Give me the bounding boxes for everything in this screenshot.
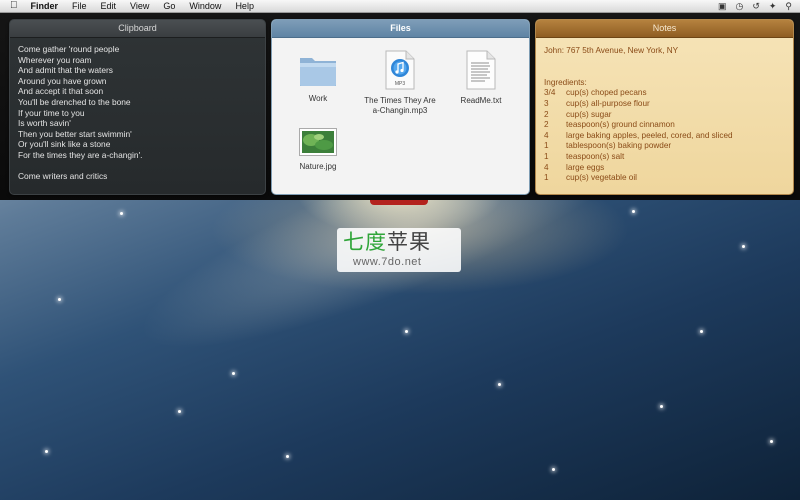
ingredient-qty: 3/4 (544, 88, 556, 98)
clipboard-content[interactable]: Come gather 'round people Wherever you r… (10, 38, 265, 182)
clock-icon[interactable]: ◷ (735, 1, 743, 12)
notes-content[interactable]: John: 767 5th Avenue, New York, NY Ingre… (536, 38, 793, 184)
watermark-green-text: 七度 (343, 230, 387, 254)
watermark-dark-text: 苹果 (387, 230, 431, 254)
star (770, 440, 773, 443)
watermark-url: www.7do.net (353, 256, 422, 268)
ingredient-item: large baking apples, peeled, cored, and … (566, 130, 733, 140)
time-machine-icon[interactable]: ↺ (752, 1, 760, 12)
star (58, 298, 61, 301)
menu-go[interactable]: Go (156, 0, 182, 12)
notes-blank-line (544, 67, 785, 78)
ingredient-item: cup(s) choped pecans (566, 88, 647, 98)
ingredient-row: 1 teaspoon(s) salt (544, 152, 785, 163)
ingredient-item: cup(s) all-purpose flour (566, 98, 650, 108)
ingredient-row: 4 large eggs (544, 163, 785, 174)
panel-strip: Clipboard Come gather 'round people Wher… (0, 12, 800, 200)
ingredient-row: 3/4 cup(s) choped pecans (544, 88, 785, 99)
ingredient-item: cup(s) vegetable oil (566, 173, 637, 183)
clipboard-line: Around you have grown (18, 75, 107, 86)
file-item-mp3[interactable]: MP3 The Times They Are a-Changin.mp3 (360, 50, 440, 116)
star (632, 210, 635, 213)
ingredient-item: cup(s) sugar (566, 109, 612, 119)
image-icon (299, 128, 337, 156)
clipboard-line: Or you'll sink like a stone (18, 139, 111, 150)
ingredient-row: 1 cup(s) vegetable oil (544, 173, 785, 184)
star (232, 372, 235, 375)
notes-blank-line (544, 57, 785, 68)
ingredient-qty: 2 (544, 120, 549, 130)
ingredient-qty: 1 (544, 141, 549, 151)
files-panel[interactable]: Files Work MP3 The Times They Are a-Chan… (271, 19, 530, 195)
clipboard-line: If your time to you (18, 107, 85, 118)
star (178, 410, 181, 413)
menu-finder[interactable]: Finder (24, 0, 66, 12)
file-name: Work (308, 94, 328, 103)
ingredient-item: large eggs (566, 162, 605, 172)
status-app-icon[interactable]: ▣ (718, 1, 727, 12)
clipboard-line: Wherever you roam (18, 54, 92, 65)
panel-toggle-tab[interactable] (370, 200, 428, 205)
star (498, 383, 501, 386)
ingredient-item: teaspoon(s) salt (566, 151, 625, 161)
files-title: Files (272, 20, 529, 38)
clipboard-line: For the times they are a-changin'. (18, 149, 143, 160)
ingredient-row: 2 cup(s) sugar (544, 110, 785, 121)
ingredient-qty: 2 (544, 109, 549, 119)
ingredient-qty: 4 (544, 162, 549, 172)
ingredient-qty: 1 (544, 151, 549, 161)
menu-edit[interactable]: Edit (94, 0, 124, 12)
clipboard-title: Clipboard (10, 20, 265, 38)
clipboard-panel[interactable]: Clipboard Come gather 'round people Wher… (9, 19, 266, 195)
ingredient-row: 3 cup(s) all-purpose flour (544, 99, 785, 110)
menu-help[interactable]: Help (228, 0, 261, 12)
ingredient-row: 1 tablespoon(s) baking powder (544, 141, 785, 152)
star (742, 245, 745, 248)
star (120, 212, 123, 215)
clipboard-line: And admit that the waters (18, 65, 113, 76)
file-item-work[interactable]: Work (278, 52, 358, 104)
file-name: The Times They Are a-Changin.mp3 (364, 96, 436, 115)
star (660, 405, 663, 408)
notes-title: Notes (536, 20, 793, 38)
bluetooth-icon[interactable]: ✦ (769, 1, 777, 12)
ingredient-qty: 1 (544, 173, 549, 183)
watermark-logo-text: 七度苹果 (343, 230, 431, 254)
clipboard-line: Then you better start swimmin' (18, 128, 132, 139)
notes-panel[interactable]: Notes John: 767 5th Avenue, New York, NY… (535, 19, 794, 195)
menu-file[interactable]: File (65, 0, 94, 12)
menu-view[interactable]: View (123, 0, 156, 12)
file-name: ReadMe.txt (460, 96, 502, 105)
watermark: 七度苹果 www.7do.net (337, 228, 461, 272)
clipboard-line: And accept it that soon (18, 86, 104, 97)
star (700, 330, 703, 333)
ingredient-item: teaspoon(s) ground cinnamon (566, 120, 675, 130)
notes-ingredients-label: Ingredients: (544, 77, 587, 87)
spotlight-search-icon[interactable]: ⚲ (785, 1, 792, 12)
folder-icon (298, 52, 338, 88)
ingredient-item: tablespoon(s) baking powder (566, 141, 672, 151)
clipboard-line: Come writers and critics (18, 171, 108, 182)
menu-window[interactable]: Window (182, 0, 228, 12)
notes-address: John: 767 5th Avenue, New York, NY (544, 46, 679, 55)
text-document-icon (465, 50, 497, 90)
star (405, 330, 408, 333)
clipboard-line: Is worth savin' (18, 118, 71, 129)
ingredient-qty: 4 (544, 130, 549, 140)
clipboard-line: Come gather 'round people (18, 44, 120, 54)
clipboard-line: You'll be drenched to the bone (18, 96, 131, 107)
apple-menu-icon[interactable]:  (0, 0, 24, 12)
star (552, 468, 555, 471)
ingredient-qty: 3 (544, 98, 549, 108)
file-item-readme[interactable]: ReadMe.txt (441, 50, 521, 106)
file-item-nature[interactable]: Nature.jpg (278, 128, 358, 172)
clipboard-line (18, 161, 257, 172)
menu-bar:  Finder File Edit View Go Window Help ▣… (0, 0, 800, 13)
file-name: Nature.jpg (299, 162, 337, 171)
star (286, 455, 289, 458)
ingredient-row: 2 teaspoon(s) ground cinnamon (544, 120, 785, 131)
star (45, 450, 48, 453)
ingredient-row: 4 large baking apples, peeled, cored, and… (544, 131, 785, 142)
mp3-badge: MP3 (394, 81, 406, 87)
